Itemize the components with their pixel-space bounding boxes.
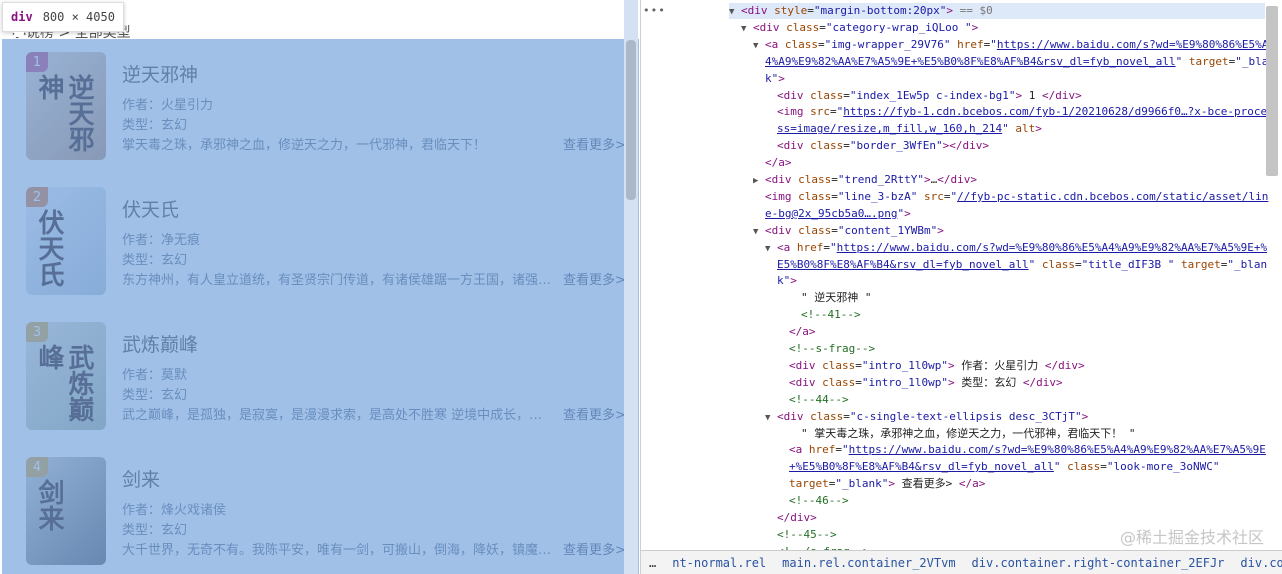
dom-node-line[interactable]: </div> [765, 510, 817, 526]
dom-node-markup: " 掌天毒之珠，承邪神之血，修逆天之力，一代邪神，君临天下！ " [801, 426, 1136, 440]
dom-node-markup: 4%A9%E9%82%AA%E7%A5%9E+%E5%B0%8F%E8%AF%B… [765, 54, 1275, 68]
dom-node-line[interactable]: <!--45--> [765, 527, 837, 543]
dom-node-markup: <!--s-frag--> [789, 342, 876, 355]
dom-node-line[interactable]: e-bg@2x_95cb5a0….png"> [753, 206, 911, 222]
dom-node-line[interactable]: <img class="line_3-bzA" src="//fyb-pc-st… [753, 189, 1268, 205]
dom-node-line[interactable]: <div class="border_3WfEn"></div> [765, 138, 989, 154]
dom-node-markup: <div style="margin-bottom:20px"> == $0 [741, 4, 993, 17]
dom-node-line[interactable]: k"> [753, 71, 785, 87]
expand-triangle-icon[interactable]: ▼ [765, 410, 777, 426]
dom-node-line[interactable]: 4%A9%E9%82%AA%E7%A5%9E+%E5%B0%8F%E8%AF%B… [753, 54, 1275, 70]
dom-node-line[interactable]: target="_blank"> 查看更多> </a> [777, 476, 985, 492]
dom-node-markup: <div class="intro_1l0wp"> 类型：玄幻 </div> [789, 375, 1063, 389]
expand-triangle-icon[interactable]: ▼ [753, 224, 765, 240]
dom-node-markup: <a class="img-wrapper_29V76" href="https… [765, 37, 1269, 51]
dom-node-markup: <a href="https://www.baidu.com/s?wd=%E9%… [789, 443, 1266, 457]
dom-node-line[interactable]: <!--41--> [789, 307, 861, 323]
dom-node-line[interactable]: <!--44--> [777, 392, 849, 408]
dom-node-line[interactable]: </a> [777, 324, 816, 340]
expand-triangle-icon[interactable]: ▼ [753, 38, 765, 54]
devtools-scrollbar-thumb[interactable] [1266, 6, 1278, 176]
dom-node-markup: <div class="c-single-text-ellipsis desc_… [777, 409, 1089, 423]
watermark: @稀土掘金技术社区 [1119, 528, 1264, 547]
breadcrumb-item[interactable]: nt-normal.rel [664, 556, 774, 570]
dom-node-markup: <div class="trend_2RttY">…</div> [765, 173, 977, 186]
element-tooltip: div 800 × 4050 [2, 2, 124, 38]
dom-node-markup: <!--41--> [801, 308, 861, 322]
dom-node-markup: <div class="index_1Ew5p c-index-bg1"> 1 … [777, 88, 1082, 102]
dom-node-line[interactable]: ▶ <div class="trend_2RttY">…</div> [753, 172, 977, 188]
dom-node-line[interactable]: <div class="intro_1l0wp"> 类型：玄幻 </div> [777, 375, 1063, 391]
dom-node-markup: target="_blank"> 查看更多> </a> [789, 477, 986, 491]
dom-node-markup: k"> [777, 274, 797, 288]
breadcrumb-overflow[interactable]: … [641, 556, 664, 570]
devtools-elements-panel: ••• ▼ <div style="margin-bottom:20px"> ==… [640, 0, 1282, 574]
expand-triangle-icon[interactable]: ▼ [741, 21, 753, 37]
dom-node-line[interactable]: ▼ <div class="c-single-text-ellipsis desc… [765, 409, 1088, 425]
dom-node-markup: <div class="border_3WfEn"></div> [777, 139, 989, 153]
collapse-triangle-icon[interactable]: ▶ [753, 173, 765, 189]
dom-node-markup: <!--46--> [789, 494, 849, 508]
more-options-icon[interactable]: ••• [643, 4, 666, 17]
dom-node-line[interactable]: </a> [753, 155, 792, 171]
dom-node-line[interactable]: ▼ <a href="https://www.baidu.com/s?wd=%E9… [765, 240, 1267, 256]
dom-node-markup: <div class="content_1YWBm"> [765, 223, 944, 237]
dom-node-line[interactable]: ss=image/resize,m_fill,w_160,h_214" alt> [765, 121, 1042, 137]
dom-node-markup: </a> [765, 156, 792, 170]
dom-node-markup: </a> [789, 325, 816, 339]
dom-node-markup: E5%B0%8F%E8%AF%B4&rsv_dl=fyb_novel_all" … [777, 257, 1268, 271]
dom-node-markup: +%E5%B0%8F%E8%AF%B4&rsv_dl=fyb_novel_all… [789, 460, 1220, 474]
tooltip-tag: div [11, 10, 33, 24]
dom-node-line[interactable]: <img src="https://fyb-1.cdn.bcebos.com/f… [765, 104, 1267, 120]
dom-node-line[interactable]: <!--s-frag--> [777, 341, 875, 357]
devtools-screenshot: 小说榜 > 全部类型 逆天邪神 1 逆天邪神 作者：火星引力 类型：玄幻 掌天毒… [0, 0, 1282, 574]
tooltip-size: 800 × 4050 [42, 10, 115, 24]
dom-node-markup: ss=image/resize,m_fill,w_160,h_214" alt> [777, 122, 1042, 136]
dom-node-line[interactable]: k"> [765, 273, 797, 289]
dom-node-markup: e-bg@2x_95cb5a0….png"> [765, 206, 911, 220]
dom-node-line[interactable]: ▼ <a class="img-wrapper_29V76" href="http… [753, 37, 1268, 53]
dom-node-markup: " 逆天邪神 " [801, 291, 872, 305]
dom-node-markup: <img class="line_3-bzA" src="//fyb-pc-st… [765, 189, 1269, 203]
dom-node-markup: <a href="https://www.baidu.com/s?wd=%E9%… [777, 240, 1268, 254]
dom-node-line[interactable]: E5%B0%8F%E8%AF%B4&rsv_dl=fyb_novel_all" … [765, 257, 1267, 273]
breadcrumb-item[interactable]: div.container.right-container_2EFJr [964, 556, 1233, 570]
dom-node-line[interactable]: <a href="https://www.baidu.com/s?wd=%E9%… [777, 442, 1266, 458]
expand-triangle-icon[interactable]: ▼ [765, 241, 777, 257]
dom-node-markup: <div class="intro_1l0wp"> 作者：火星引力 </div> [789, 358, 1085, 372]
dom-node-markup: <!--45--> [777, 527, 837, 541]
selected-dom-node[interactable]: ▼ <div style="margin-bottom:20px"> == $0 [729, 3, 1265, 19]
dom-node-markup: </div> [777, 511, 817, 524]
dom-node-markup: k"> [765, 71, 785, 85]
dom-node-markup: <!--44--> [789, 392, 849, 406]
expand-triangle-icon[interactable]: ▼ [729, 4, 741, 20]
dom-node-line[interactable]: " 掌天毒之珠，承邪神之血，修逆天之力，一代邪神，君临天下！ " [789, 426, 1136, 442]
breadcrumb-item[interactable]: main.rel.container_2VTvm [774, 556, 963, 570]
element-highlight-overlay [2, 39, 639, 574]
page-preview: 小说榜 > 全部类型 逆天邪神 1 逆天邪神 作者：火星引力 类型：玄幻 掌天毒… [0, 0, 640, 574]
devtools-breadcrumb-bar: … nt-normal.rel main.rel.container_2VTvm di… [641, 550, 1282, 574]
dom-node-line[interactable]: ▼ <div class="content_1YWBm"> [753, 223, 944, 239]
dom-node-markup: <img src="https://fyb-1.cdn.bcebos.com/f… [777, 105, 1268, 119]
dom-node-line[interactable]: ▼ <div class="category-wrap_iQLoo "> [741, 20, 978, 36]
dom-node-line[interactable]: +%E5%B0%8F%E8%AF%B4&rsv_dl=fyb_novel_all… [777, 459, 1220, 475]
dom-node-line[interactable]: <div class="index_1Ew5p c-index-bg1"> 1 … [765, 88, 1082, 104]
dom-node-line[interactable]: " 逆天邪神 " [789, 290, 872, 306]
breadcrumb-item[interactable]: div.container-bg_lQ801 [1232, 556, 1282, 570]
dom-node-line[interactable]: <div class="intro_1l0wp"> 作者：火星引力 </div> [777, 358, 1085, 374]
dom-node-markup: <div class="category-wrap_iQLoo "> [753, 20, 979, 34]
dom-node-line[interactable]: <!--46--> [777, 493, 849, 509]
page-scrollbar-thumb[interactable] [626, 40, 636, 200]
